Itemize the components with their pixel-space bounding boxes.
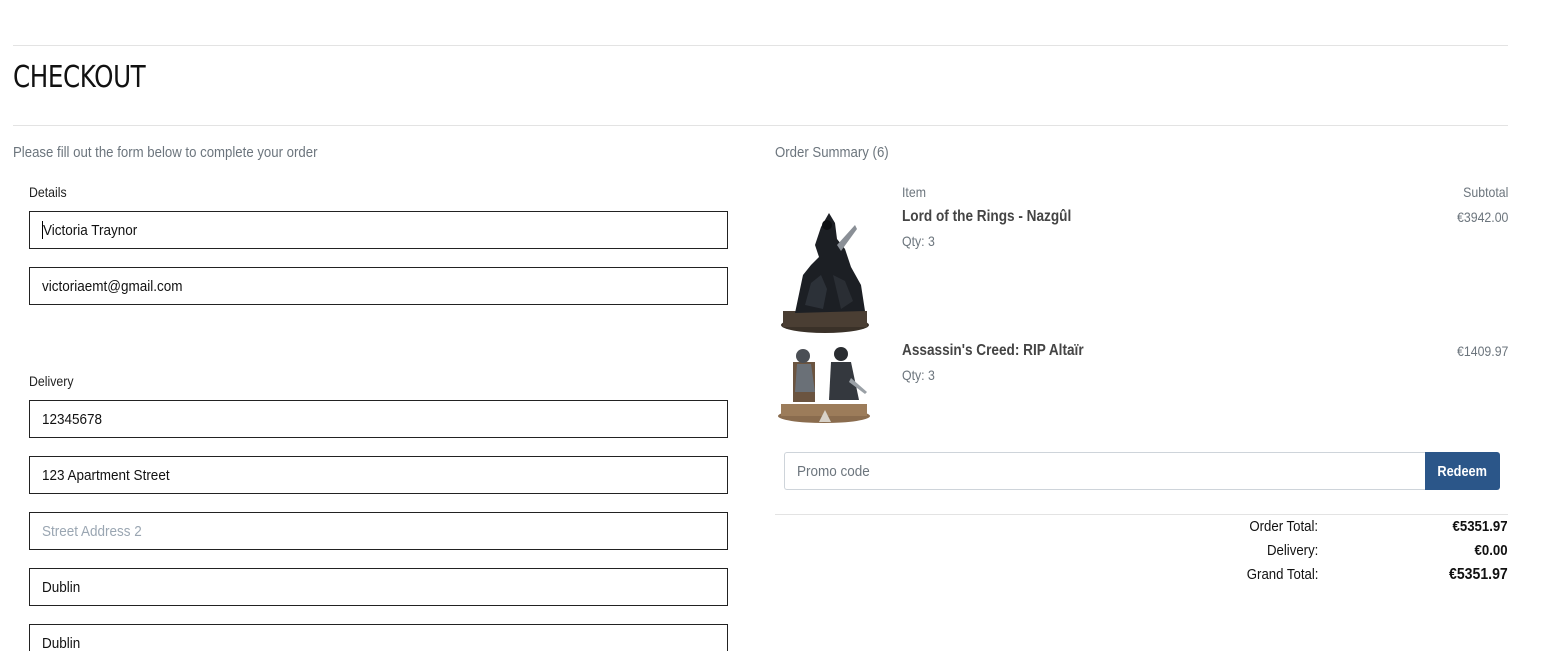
order-total-value: €5351.97 [1452,518,1508,535]
county-value: Dublin [42,634,81,651]
order-total-label: Order Total: [1249,518,1318,535]
street-address-2-field[interactable]: Street Address 2 [29,512,728,550]
subtotal-column-header: Subtotal [1462,184,1508,200]
item-column-header: Item [902,184,926,200]
item-subtotal-nazgul: €3942.00 [1456,209,1508,225]
promo-code-group: Promo code Redeem [784,452,1500,490]
altair-statue-image[interactable] [775,342,873,424]
form-intro-text: Please fill out the form below to comple… [13,144,318,161]
top-divider [13,45,1508,46]
nazgul-statue-image[interactable] [775,205,873,335]
town-or-city-field[interactable]: Dublin [29,568,728,606]
email-field[interactable]: victoriaemt@gmail.com [29,267,728,305]
email-value: victoriaemt@gmail.com [42,277,183,295]
delivery-section-label: Delivery [29,373,74,389]
grand-total-value: €5351.97 [1449,566,1508,583]
details-section-label: Details [29,184,67,200]
title-divider [13,125,1508,126]
town-or-city-value: Dublin [42,578,81,596]
redeem-button[interactable]: Redeem [1425,452,1500,490]
item-subtotal-altair: €1409.97 [1456,343,1508,359]
grand-total-label: Grand Total: [1246,566,1318,583]
order-summary-heading: Order Summary (6) [775,144,889,161]
redeem-button-label: Redeem [1437,462,1488,480]
delivery-cost-label: Delivery: [1266,542,1318,559]
street-address-1-field[interactable]: 123 Apartment Street [29,456,728,494]
street-address-2-placeholder: Street Address 2 [42,522,142,540]
page-title: CHECKOUT [13,60,146,95]
totals-divider [775,514,1508,515]
street-address-1-value: 123 Apartment Street [42,466,170,484]
phone-number-field[interactable]: 12345678 [29,400,728,438]
item-name-altair: Assassin's Creed: RIP Altaïr [902,342,1084,359]
item-name-nazgul: Lord of the Rings - Nazgûl [902,208,1072,225]
full-name-value: Victoria Traynor [43,221,138,239]
checkout-page: CHECKOUT Please fill out the form below … [0,0,1568,651]
county-field[interactable]: Dublin [29,624,728,651]
item-qty-nazgul: Qty: 3 [902,233,935,249]
full-name-field[interactable]: Victoria Traynor [29,211,728,249]
item-qty-altair: Qty: 3 [902,367,935,383]
delivery-cost-value: €0.00 [1474,542,1508,559]
promo-code-placeholder: Promo code [797,462,870,480]
phone-number-value: 12345678 [42,410,103,428]
promo-code-input[interactable]: Promo code [784,452,1425,490]
